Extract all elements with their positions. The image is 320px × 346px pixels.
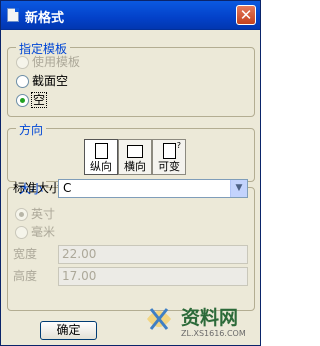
chevron-down-icon[interactable]: ▼ — [230, 180, 247, 197]
template-group: 指定模板 使用模板 截面空 空 — [7, 40, 255, 117]
standard-size-value: C — [63, 181, 72, 195]
question-mark-icon: ? — [176, 141, 181, 150]
dialog-title: 新格式 — [25, 11, 65, 26]
watermark: 资料网 ZL.XS1616.COM — [141, 301, 259, 343]
radio-empty[interactable]: 空 — [16, 92, 48, 108]
width-field[interactable]: 22.00 — [58, 245, 248, 264]
document-icon — [7, 8, 19, 22]
variable-button[interactable]: ? 可变 — [152, 139, 186, 175]
radio-button[interactable] — [15, 226, 28, 239]
radio-button[interactable] — [16, 94, 29, 107]
new-format-dialog: 新格式 ✕ 指定模板 使用模板 截面空 空 方向 纵向 横向 ? 可变 大小 标… — [0, 0, 261, 346]
close-button[interactable]: ✕ — [236, 5, 256, 25]
height-label: 高度 — [13, 269, 38, 283]
width-label: 宽度 — [13, 247, 38, 261]
portrait-label: 纵向 — [90, 160, 112, 173]
watermark-url: ZL.XS1616.COM — [181, 329, 246, 338]
height-field[interactable]: 17.00 — [58, 267, 248, 286]
watermark-logo-icon — [147, 308, 171, 330]
direction-group-legend: 方向 — [16, 121, 47, 138]
radio-label: 毫米 — [31, 225, 56, 239]
radio-mm[interactable]: 毫米 — [15, 224, 55, 240]
radio-label: 英寸 — [31, 207, 56, 221]
variable-label: 可变 — [158, 160, 180, 173]
portrait-page-icon — [94, 143, 108, 159]
radio-empty-section[interactable]: 截面空 — [16, 73, 68, 89]
radio-button[interactable] — [16, 75, 29, 88]
landscape-button[interactable]: 横向 — [118, 139, 152, 175]
watermark-text: 资料网 — [181, 307, 239, 329]
standard-size-select[interactable]: C ▼ — [58, 179, 248, 198]
radio-button[interactable] — [15, 208, 28, 221]
ok-button[interactable]: 确定 — [40, 321, 97, 340]
radio-button[interactable] — [16, 56, 29, 69]
variable-page-icon — [162, 143, 176, 159]
radio-label: 截面空 — [32, 74, 69, 88]
direction-group: 方向 纵向 横向 ? 可变 — [7, 121, 255, 182]
portrait-button[interactable]: 纵向 — [84, 139, 118, 175]
title-bar[interactable]: 新格式 ✕ — [1, 1, 260, 30]
radio-inch[interactable]: 英寸 — [15, 206, 55, 222]
radio-label: 空 — [30, 92, 48, 108]
landscape-label: 横向 — [124, 160, 146, 173]
landscape-page-icon — [127, 145, 143, 158]
radio-label: 使用模板 — [32, 55, 81, 69]
radio-use-template[interactable]: 使用模板 — [16, 54, 80, 70]
standard-size-label: 标准大小 — [13, 181, 62, 195]
